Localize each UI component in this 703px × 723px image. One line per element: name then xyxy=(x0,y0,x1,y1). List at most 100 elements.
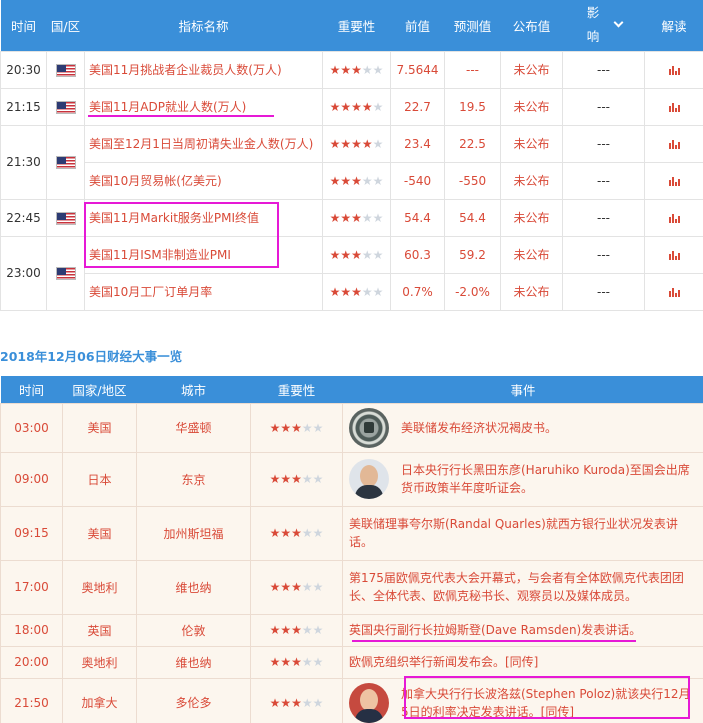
star-filled-icon: ★ xyxy=(329,136,341,151)
star-empty-icon: ★ xyxy=(361,247,373,262)
indicator-impact: --- xyxy=(562,198,645,237)
star-empty-icon: ★ xyxy=(372,99,384,114)
event-description-cell: 第175届欧佩克代表大会开幕式，与会者有全体欧佩克代表团团长、全体代表、欧佩克秘… xyxy=(342,559,703,615)
star-empty-icon: ★ xyxy=(312,623,324,637)
bar-chart-icon[interactable] xyxy=(668,250,680,260)
analysis-cell[interactable] xyxy=(644,272,703,311)
event-time: 09:00 xyxy=(0,451,63,507)
indicator-forecast: 54.4 xyxy=(444,198,501,237)
bar-chart-icon[interactable] xyxy=(668,287,680,297)
star-filled-icon: ★ xyxy=(351,99,362,114)
event-city: 东京 xyxy=(136,451,251,507)
importance-stars: ★★★★★ xyxy=(270,580,324,594)
indicator-prev: 60.3 xyxy=(390,235,445,274)
events-col-time-header: 时间 xyxy=(0,376,63,403)
indicator-row: 21:30 美国至12月1日当周初请失业金人数(万人) ★★★★★ 23.4 22.5 未… xyxy=(0,124,703,200)
analysis-cell[interactable] xyxy=(644,198,703,237)
country-flag-cell xyxy=(46,87,85,126)
col-name-header: 指标名称 xyxy=(84,0,323,51)
event-time: 03:00 xyxy=(0,402,63,453)
event-country: 美国 xyxy=(62,505,137,561)
bar-chart-icon[interactable] xyxy=(668,176,680,186)
indicator-name-link[interactable]: 美国11月ADP就业人数(万人) xyxy=(84,87,323,126)
star-filled-icon: ★ xyxy=(280,580,292,594)
indicator-row: 美国10月工厂订单月率 ★★★★★ 0.7% -2.0% 未公布 --- xyxy=(1,272,703,311)
event-importance: ★★★★★ xyxy=(250,613,343,647)
indicator-importance: ★★★★★ xyxy=(322,161,391,200)
us-flag-icon xyxy=(55,211,76,225)
importance-stars: ★★★★★ xyxy=(330,137,384,151)
indicator-forecast: --- xyxy=(444,50,501,89)
indicator-name-link[interactable]: 美国11月挑战者企业裁员人数(万人) xyxy=(84,50,323,89)
indicator-row: 21:15 美国11月ADP就业人数(万人) ★★★★★ 22.7 19.5 未公布 --- xyxy=(0,87,703,126)
bar-chart-icon[interactable] xyxy=(668,65,680,75)
star-filled-icon: ★ xyxy=(329,99,341,114)
analysis-cell[interactable] xyxy=(644,50,703,89)
fed-seal-icon xyxy=(349,407,389,448)
indicator-prev: 54.4 xyxy=(390,198,445,237)
bar-chart-icon[interactable] xyxy=(668,213,680,223)
star-filled-icon: ★ xyxy=(291,623,302,637)
indicator-actual: 未公布 xyxy=(500,124,563,163)
star-filled-icon: ★ xyxy=(291,420,302,435)
indicator-prev: 22.7 xyxy=(390,87,445,126)
indicator-name-link[interactable]: 美国至12月1日当周初请失业金人数(万人) xyxy=(84,124,323,163)
star-filled-icon: ★ xyxy=(351,62,362,77)
star-filled-icon: ★ xyxy=(291,580,302,594)
chevron-down-icon[interactable] xyxy=(613,17,624,28)
indicator-importance: ★★★★★ xyxy=(322,50,391,89)
star-filled-icon: ★ xyxy=(269,695,281,710)
importance-stars: ★★★★★ xyxy=(330,285,384,299)
col-actual-header: 公布值 xyxy=(500,0,563,51)
indicator-importance: ★★★★★ xyxy=(322,124,391,163)
indicator-time: 20:30 xyxy=(0,50,47,89)
bar-chart-icon[interactable] xyxy=(668,102,680,112)
star-empty-icon: ★ xyxy=(312,420,324,435)
event-row: 17:00 奥地利 维也纳 ★★★★★ 第175届欧佩克代表大会开幕式，与会者有全体欧佩… xyxy=(0,559,703,615)
annotation-box-pmi xyxy=(84,202,279,268)
importance-stars: ★★★★★ xyxy=(330,211,384,225)
event-city: 维也纳 xyxy=(136,559,251,615)
indicator-name-link[interactable]: 美国10月工厂订单月率 xyxy=(84,272,323,311)
analysis-cell[interactable] xyxy=(644,161,703,200)
event-time: 09:15 xyxy=(0,505,63,561)
star-filled-icon: ★ xyxy=(329,210,341,225)
star-empty-icon: ★ xyxy=(312,580,324,594)
kuroda-portrait-avatar xyxy=(349,459,389,499)
col-forecast-header: 预测值 xyxy=(444,0,501,51)
analysis-cell[interactable] xyxy=(644,124,703,163)
country-flag-cell xyxy=(46,50,85,89)
col-country-header: 国/区 xyxy=(46,0,85,51)
event-text: 美联储发布经济状况褐皮书。 xyxy=(401,420,558,435)
event-city: 维也纳 xyxy=(136,645,251,679)
star-filled-icon: ★ xyxy=(361,99,373,114)
indicator-row: 美国10月贸易帐(亿美元) ★★★★★ -540 -550 未公布 --- xyxy=(1,161,703,200)
indicator-impact: --- xyxy=(562,272,645,311)
event-importance: ★★★★★ xyxy=(250,677,343,723)
col-impact-header[interactable]: 影 响 xyxy=(562,0,645,51)
event-text: 美联储理事夸尔斯(Randal Quarles)就西方银行业状况发表讲话。 xyxy=(349,517,678,549)
indicator-name-link[interactable]: 美国10月贸易帐(亿美元) xyxy=(84,161,323,200)
annotation-underline-adp xyxy=(88,115,274,117)
star-filled-icon: ★ xyxy=(340,173,352,188)
bar-chart-icon[interactable] xyxy=(668,139,680,149)
indicator-actual: 未公布 xyxy=(500,161,563,200)
col-prev-header: 前值 xyxy=(390,0,445,51)
star-filled-icon: ★ xyxy=(269,623,281,637)
indicator-importance: ★★★★★ xyxy=(322,272,391,311)
indicator-impact: --- xyxy=(562,124,645,163)
star-filled-icon: ★ xyxy=(291,472,302,486)
star-empty-icon: ★ xyxy=(301,655,313,669)
star-filled-icon: ★ xyxy=(329,173,341,188)
us-flag-icon xyxy=(55,267,76,280)
star-filled-icon: ★ xyxy=(291,526,302,540)
importance-stars: ★★★★★ xyxy=(270,526,324,540)
star-empty-icon: ★ xyxy=(372,136,384,151)
indicator-forecast: -550 xyxy=(444,161,501,200)
importance-stars: ★★★★★ xyxy=(330,63,384,77)
indicator-forecast: 19.5 xyxy=(444,87,501,126)
analysis-cell[interactable] xyxy=(644,87,703,126)
star-filled-icon: ★ xyxy=(280,420,292,435)
analysis-cell[interactable] xyxy=(644,235,703,274)
star-filled-icon: ★ xyxy=(280,472,292,486)
